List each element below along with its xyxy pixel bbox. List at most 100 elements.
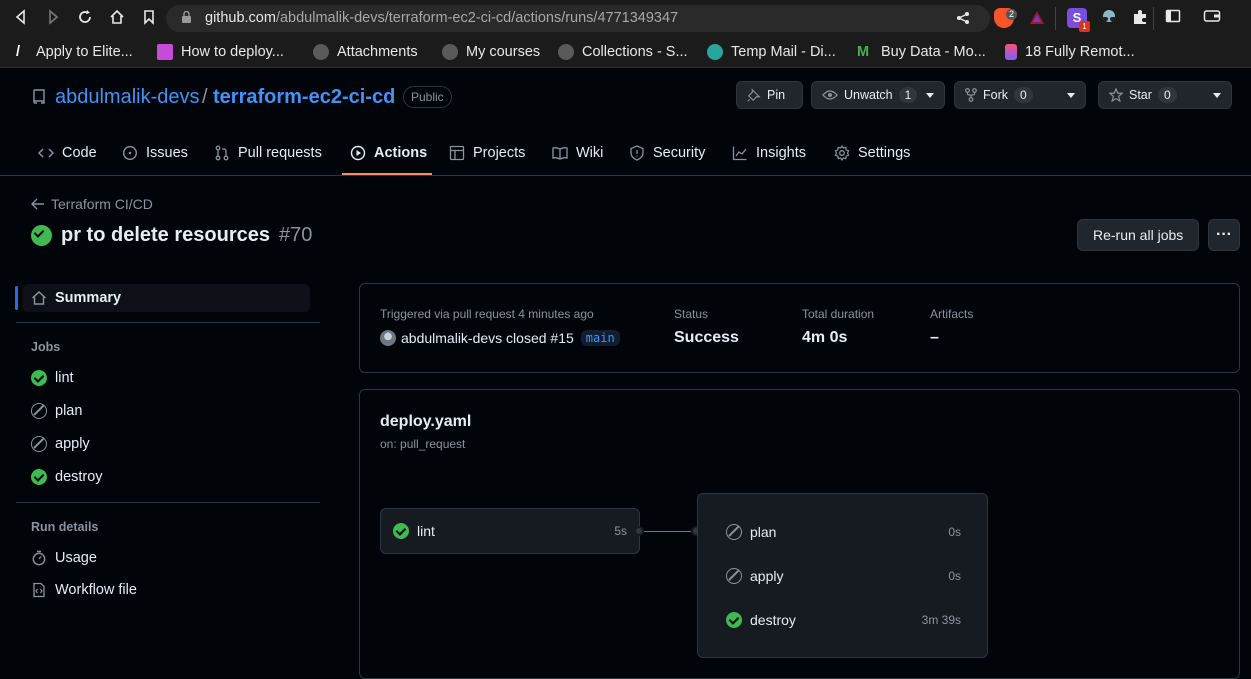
summary-active-marker [15,286,18,310]
workflow-file-name[interactable]: deploy.yaml [380,413,471,431]
job-node-label: apply [726,568,783,584]
tab-settings[interactable]: Settings [834,143,910,163]
more-options-button[interactable]: ··· [1208,219,1240,251]
actor-text[interactable]: abdulmalik-devs closed #15 [401,330,574,346]
unwatch-button[interactable]: Unwatch 1 [811,81,945,109]
duration-label: Total duration [802,307,875,321]
sidebar-item-summary[interactable]: Summary [31,290,121,306]
bookmark-item[interactable]: How to deploy... [157,43,284,61]
run-summary-card: Triggered via pull request 4 minutes ago… [359,283,1240,373]
job-node-label: lint [393,523,435,539]
reload-icon[interactable] [76,9,94,27]
sidebar-job-plan[interactable]: plan [31,403,82,419]
artifacts-label: Artifacts [930,307,974,321]
brave-rewards-icon[interactable] [1027,8,1047,28]
star-button[interactable]: Star 0 [1098,81,1232,109]
rerun-all-jobs-button[interactable]: Re-run all jobs [1077,219,1200,251]
code-icon [38,148,54,158]
lock-icon [182,11,191,23]
back-icon[interactable] [12,9,30,27]
bookmark-item[interactable]: / Apply to Elite... [16,43,133,61]
job-node-lint[interactable]: lint 5s [380,508,640,554]
workflow-trigger: on: pull_request [380,437,466,451]
extension-glasses-icon[interactable] [1099,8,1119,28]
remote-favicon [1005,44,1017,60]
sidebar-toggle-icon[interactable] [1165,8,1185,28]
tab-code[interactable]: Code [38,143,97,163]
pin-button[interactable]: Pin [736,81,803,109]
job-label: lint [55,370,74,386]
job-node-apply[interactable]: apply 0s [726,568,961,586]
job-duration: 0s [948,525,961,539]
success-check-icon [393,523,409,539]
share-icon[interactable] [956,11,970,25]
tab-actions[interactable]: Actions [350,143,427,163]
bookmark-icon[interactable] [140,9,158,27]
sidebar-item-workflow-file[interactable]: Workflow file [31,582,137,598]
arrow-left-icon [31,198,44,210]
run-page: Terraform CI/CD pr to delete resources #… [0,176,1251,679]
unwatch-count: 1 [898,87,918,103]
job-name: destroy [750,612,796,628]
summary-label: Summary [55,290,122,306]
repo-owner-link[interactable]: abdulmalik-devs [55,86,200,109]
branch-badge[interactable]: main [580,330,620,346]
bookmark-item[interactable]: My courses [442,43,540,61]
sidebar-job-lint[interactable]: lint [31,370,74,386]
address-bar[interactable]: github.com/abdulmalik-devs/terraform-ec2… [166,5,990,32]
sidebar-item-usage[interactable]: Usage [31,550,97,566]
browser-toolbar: github.com/abdulmalik-devs/terraform-ec2… [0,0,1251,37]
job-name: plan [750,524,777,540]
chevron-down-icon [1067,93,1075,98]
brave-badge: 2 [1006,9,1018,20]
extensions-puzzle-icon[interactable] [1131,8,1151,28]
tab-label: Code [62,145,97,161]
tab-issues[interactable]: Issues [122,143,188,163]
wallet-icon[interactable] [1203,8,1223,28]
fork-button[interactable]: Fork 0 [954,81,1086,109]
fork-label: Fork [983,88,1008,102]
tab-projects[interactable]: Projects [449,143,525,163]
artifacts-value: – [930,329,939,346]
tab-wiki[interactable]: Wiki [552,143,603,163]
repo-name-link[interactable]: terraform-ec2-ci-cd [213,86,395,109]
usage-label: Usage [55,550,97,566]
bookmark-item[interactable]: Temp Mail - Di... [707,43,836,61]
stopwatch-icon [32,550,46,566]
status-label: Status [674,307,709,321]
bookmark-item[interactable]: 18 Fully Remot... [1005,43,1135,61]
bookmark-item[interactable]: Collections - S... [558,43,688,61]
unwatch-label: Unwatch [844,88,893,102]
tab-insights[interactable]: Insights [732,143,806,163]
tab-pull-requests[interactable]: Pull requests [214,143,322,163]
job-duration: 5s [614,524,627,538]
home-icon[interactable] [108,9,126,27]
tab-security[interactable]: Security [629,143,705,163]
sidebar-job-destroy[interactable]: destroy [31,469,103,485]
back-to-workflow-link[interactable]: Terraform CI/CD [31,196,153,212]
active-tab-underline [342,173,432,175]
skipped-icon [726,568,742,584]
job-name: lint [417,523,435,539]
job-node-label: plan [726,524,776,540]
avatar [380,330,396,346]
chevron-down-icon [1213,93,1221,98]
table-icon [449,145,465,161]
buydata-favicon: M [857,44,870,60]
toolbar-divider [1055,7,1056,30]
bookmark-item[interactable]: Attachments [313,43,418,61]
workflow-file-label: Workflow file [55,582,137,598]
forward-icon[interactable] [44,9,62,27]
job-node-plan[interactable]: plan 0s [726,524,961,542]
bookmark-favicon [157,44,173,60]
tab-label: Actions [374,145,428,161]
job-node-destroy[interactable]: destroy 3m 39s [726,612,961,630]
job-duration: 3m 39s [921,613,961,627]
run-title-text: pr to delete resources [61,224,270,246]
sidebar-job-apply[interactable]: apply [31,436,90,452]
pull-request-icon [215,145,229,161]
bookmark-item[interactable]: M Buy Data - Mo... [857,43,986,61]
pin-icon [747,88,761,102]
connector-dot [634,526,644,536]
status-value: Success [674,329,739,346]
